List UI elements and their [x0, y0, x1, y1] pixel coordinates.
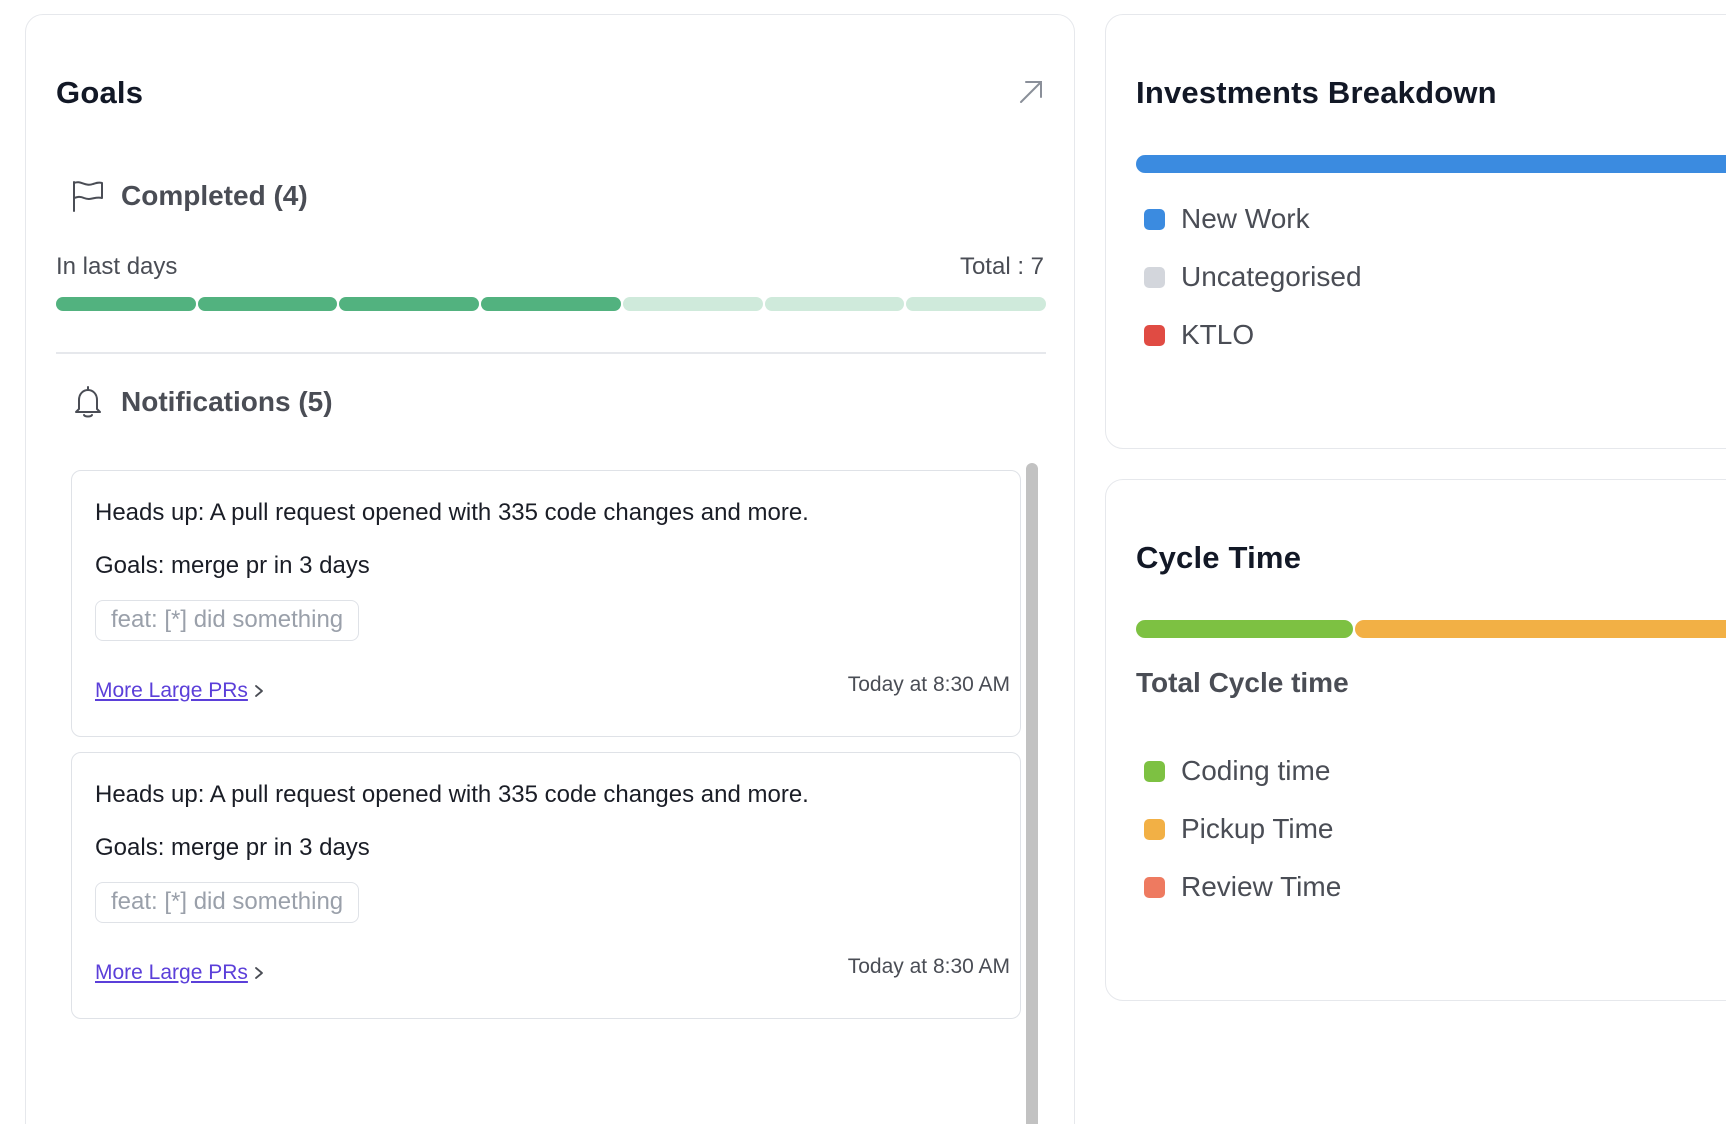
total-cycle-time-label: Total Cycle time — [1136, 667, 1349, 698]
completed-label: Completed (4) — [121, 180, 308, 211]
notification-goal: Goals: merge pr in 3 days — [95, 552, 370, 579]
cycle-time-legend: Coding time Pickup Time Review Time — [1144, 742, 1341, 916]
goal-segment-remaining — [764, 297, 905, 311]
legend-item-uncategorised: Uncategorised — [1144, 248, 1362, 306]
cycle-time-bar — [1136, 620, 1726, 638]
notifications-label: Notifications (5) — [121, 386, 333, 417]
more-large-prs-link-label[interactable]: More Large PRs — [95, 961, 248, 985]
notification-goal: Goals: merge pr in 3 days — [95, 834, 370, 861]
legend-swatch — [1144, 818, 1165, 840]
investments-bar — [1136, 155, 1726, 173]
notifications-header: Notifications (5) — [71, 385, 333, 419]
chevron-right-icon — [255, 967, 263, 979]
flag-icon — [73, 181, 103, 212]
notification-item: Heads up: A pull request opened with 335… — [71, 470, 1021, 737]
arrow-up-right-icon[interactable] — [1016, 77, 1046, 107]
goal-segment-completed — [56, 297, 196, 311]
goals-title: Goals — [56, 75, 144, 110]
completed-header: Completed (4) — [71, 179, 308, 213]
pr-tag: feat: [*] did something — [95, 600, 360, 641]
legend-item-pickup-time: Pickup Time — [1144, 800, 1341, 858]
legend-label: Pickup Time — [1181, 813, 1334, 844]
pr-tag: feat: [*] did something — [95, 882, 360, 923]
legend-label: KTLO — [1181, 319, 1255, 350]
divider — [56, 352, 1046, 354]
investments-card: Investments Breakdown New Work Uncategor… — [1105, 14, 1726, 449]
more-large-prs-link[interactable]: More Large PRs — [95, 961, 266, 985]
legend-swatch — [1144, 876, 1165, 898]
legend-swatch — [1144, 266, 1165, 288]
legend-item-new-work: New Work — [1144, 190, 1362, 248]
legend-label: Review Time — [1181, 871, 1342, 902]
notification-time: Today at 8:30 AM — [847, 955, 1010, 978]
goals-card: Goals Completed (4) In last days Total :… — [25, 14, 1075, 1124]
notification-message: Heads up: A pull request opened with 335… — [95, 499, 809, 526]
bell-icon — [75, 386, 101, 418]
notifications-list: Heads up: A pull request opened with 335… — [71, 470, 1021, 1034]
goal-segment-completed — [481, 297, 621, 311]
legend-item-coding-time: Coding time — [1144, 742, 1341, 800]
more-large-prs-link-label[interactable]: More Large PRs — [95, 679, 248, 703]
notification-item: Heads up: A pull request opened with 335… — [71, 752, 1021, 1019]
legend-swatch — [1144, 324, 1165, 346]
investments-legend: New Work Uncategorised KTLO — [1144, 190, 1362, 364]
goal-segment-remaining — [622, 297, 763, 311]
cycle-time-title: Cycle Time — [1136, 540, 1302, 575]
goal-segment-completed — [339, 297, 480, 311]
cycle-time-card: Cycle Time Total Cycle time Coding time … — [1105, 479, 1726, 1001]
total-label: Total : 7 — [959, 253, 1044, 280]
goal-segment-completed — [197, 297, 338, 311]
goal-segment-remaining — [906, 297, 1047, 311]
in-last-days-label: In last days — [56, 253, 178, 280]
cycle-segment-coding-time — [1136, 620, 1353, 638]
scrollbar-thumb[interactable] — [1026, 463, 1038, 1124]
goals-progress-bar — [56, 297, 1047, 311]
cycle-segment-pickup-time — [1354, 620, 1726, 638]
notification-time: Today at 8:30 AM — [847, 673, 1010, 696]
chevron-right-icon — [255, 685, 263, 697]
legend-label: Uncategorised — [1181, 261, 1362, 292]
investments-title: Investments Breakdown — [1136, 75, 1497, 110]
legend-item-review-time: Review Time — [1144, 858, 1341, 916]
more-large-prs-link[interactable]: More Large PRs — [95, 679, 266, 703]
legend-item-ktlo: KTLO — [1144, 306, 1362, 364]
legend-swatch — [1144, 760, 1165, 782]
legend-label: New Work — [1181, 203, 1310, 234]
legend-swatch — [1144, 208, 1165, 230]
legend-label: Coding time — [1181, 755, 1331, 786]
notification-message: Heads up: A pull request opened with 335… — [95, 781, 809, 808]
